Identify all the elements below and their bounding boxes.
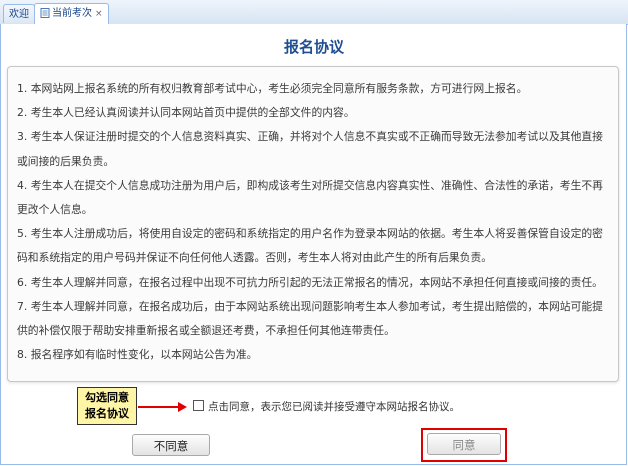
agreement-item: 8. 报名程序如有临时性变化，以本网站公告为准。 [17, 348, 258, 362]
tab-current-exam[interactable]: 当前考次 × [34, 3, 109, 24]
document-icon [40, 8, 50, 18]
agreement-item: 6. 考生本人理解并同意，在报名过程中出现不可抗力所引起的无法正常报名的情况，本… [17, 275, 603, 289]
annotation-arrow [138, 406, 180, 408]
agree-checkbox[interactable] [193, 400, 204, 411]
agree-row: 点击同意，表示您已阅读并接受遵守本网站报名协议。 [193, 400, 460, 414]
callout-line-2: 报名协议 [85, 407, 129, 420]
annotation-callout: 勾选同意 报名协议 [77, 387, 137, 425]
agreement-item: 2. 考生本人已经认真阅读并认同本网站首页中提供的全部文件的内容。 [17, 106, 355, 120]
tab-current-exam-label: 当前考次 [52, 8, 92, 19]
tab-welcome[interactable]: 欢迎 [3, 4, 35, 23]
disagree-button[interactable]: 不同意 [132, 434, 210, 456]
agree-button[interactable]: 同意 [427, 433, 501, 455]
tab-bar: 欢迎 当前考次 × [0, 0, 628, 25]
agreement-box: 1. 本网站网上报名系统的所有权归教育部考试中心，考生必须完全同意所有服务条款，… [7, 66, 619, 382]
agreement-item: 7. 考生本人理解并同意，在报名成功后，由于本网站系统出现问题影响考生本人参加考… [17, 299, 603, 338]
agreement-item: 4. 考生本人在提交个人信息成功注册为用户后，即构成该考生对所提交信息内容真实性… [17, 178, 603, 217]
agreement-item: 3. 考生本人保证注册时提交的个人信息资料真实、正确，并将对个人信息不真实或不正… [17, 130, 603, 168]
close-icon[interactable]: × [95, 9, 103, 19]
agree-label: 点击同意，表示您已阅读并接受遵守本网站报名协议。 [208, 401, 460, 413]
callout-line-1: 勾选同意 [85, 391, 129, 404]
arrow-right-icon [178, 402, 187, 412]
agreement-item: 5. 考生本人注册成功后，将使用自设定的密码和系统指定的用户名作为登录本网站的依… [17, 227, 603, 265]
page-title: 报名协议 [283, 38, 344, 56]
tab-welcome-label: 欢迎 [9, 9, 29, 20]
agreement-item: 1. 本网站网上报名系统的所有权归教育部考试中心，考生必须完全同意所有服务条款，… [17, 82, 528, 95]
